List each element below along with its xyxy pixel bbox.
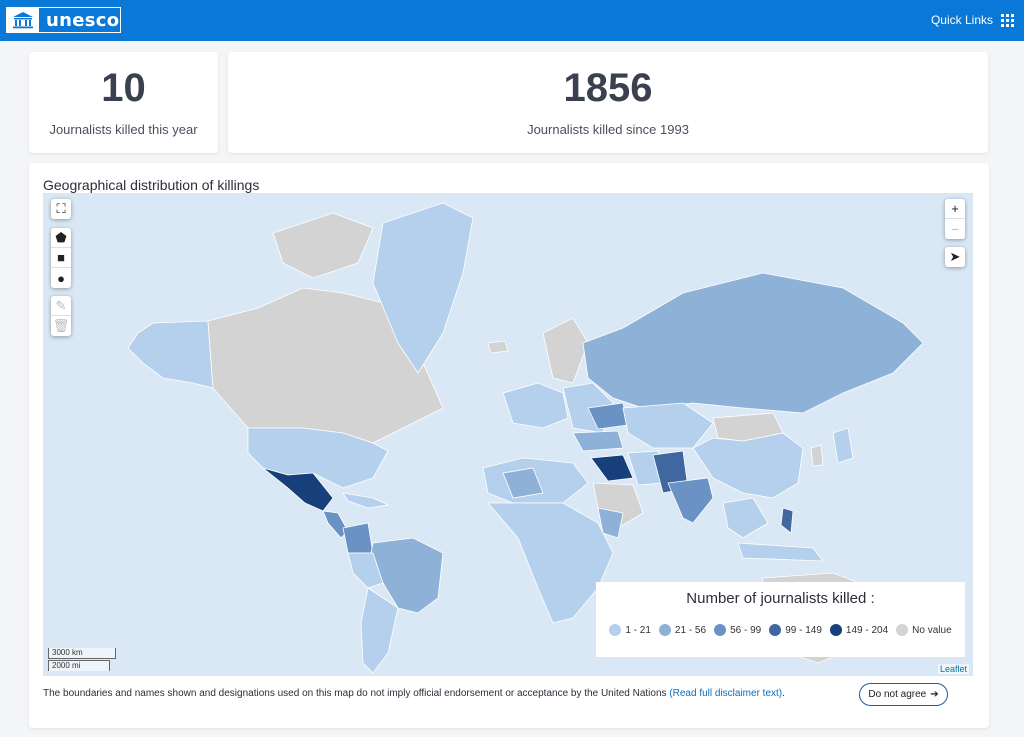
scale-km: 3000 km xyxy=(48,648,116,659)
legend-label: 21 - 56 xyxy=(674,624,707,636)
legend-item: 56 - 99 xyxy=(714,624,761,636)
region-western-europe xyxy=(502,382,569,429)
country-turkey xyxy=(572,430,624,452)
world-map[interactable]: ⛶ ⬟ ■ ● ✎ 🗑 + − ➤ 3000 km 2000 mi Number… xyxy=(43,193,973,676)
unesco-temple-icon xyxy=(7,8,39,32)
locate-control[interactable]: ➤ xyxy=(945,247,965,267)
stat-card-since-1993: 1856 Journalists killed since 1993 xyxy=(228,52,988,153)
legend-item: 149 - 204 xyxy=(829,624,889,636)
fullscreen-icon[interactable]: ⛶ xyxy=(51,199,71,219)
map-title: Geographical distribution of killings xyxy=(43,177,260,193)
draw-circle-icon[interactable]: ● xyxy=(51,268,71,288)
arrow-right-icon: ➔ xyxy=(930,689,939,700)
country-russia xyxy=(582,272,924,414)
region-syria-iraq xyxy=(590,454,634,482)
quick-links-button[interactable]: Quick Links xyxy=(931,13,1014,27)
region-caribbean xyxy=(342,492,390,509)
leaflet-attribution-link[interactable]: Leaflet xyxy=(937,664,969,674)
apps-grid-icon xyxy=(1001,13,1014,27)
edit-toolbar: ✎ 🗑 xyxy=(51,296,71,336)
country-colombia xyxy=(342,522,374,554)
do-not-agree-button[interactable]: Do not agree ➔ xyxy=(859,683,948,706)
stat-label-since-1993: Journalists killed since 1993 xyxy=(527,122,689,137)
legend-swatch-5 xyxy=(829,624,842,636)
legend-label: 149 - 204 xyxy=(845,624,889,636)
legend-label: 99 - 149 xyxy=(785,624,822,636)
logo-text: unesco xyxy=(46,9,120,31)
legend-label: No value xyxy=(912,624,952,636)
zoom-out-button[interactable]: − xyxy=(945,219,965,239)
unesco-logo[interactable]: unesco xyxy=(6,7,121,33)
stat-value-this-year: 10 xyxy=(101,66,146,110)
draw-polygon-icon[interactable]: ⬟ xyxy=(51,228,71,248)
legend-swatch-4 xyxy=(769,624,782,636)
quick-links-label: Quick Links xyxy=(930,13,993,27)
do-not-agree-label: Do not agree xyxy=(868,689,927,700)
scale-mi: 2000 mi xyxy=(48,660,110,671)
zoom-control: + − xyxy=(945,199,965,239)
zoom-in-button[interactable]: + xyxy=(945,199,965,219)
legend-item: No value xyxy=(896,624,952,636)
stat-value-since-1993: 1856 xyxy=(563,66,653,110)
legend-items: 1 - 21 21 - 56 56 - 99 99 - 149 149 - 20… xyxy=(596,624,965,636)
stat-card-this-year: 10 Journalists killed this year xyxy=(29,52,218,153)
edit-layers-icon[interactable]: ✎ xyxy=(51,296,71,316)
legend-swatch-6 xyxy=(896,624,909,636)
country-philippines xyxy=(780,507,794,534)
country-india xyxy=(667,477,714,524)
fullscreen-control[interactable]: ⛶ xyxy=(51,199,71,219)
region-sub-saharan-africa xyxy=(487,502,614,624)
region-korea xyxy=(810,444,824,467)
read-disclaimer-link[interactable]: (Read full disclaimer text) xyxy=(669,688,782,699)
legend-swatch-1 xyxy=(609,624,622,636)
stat-label-this-year: Journalists killed this year xyxy=(49,122,198,137)
legend-swatch-2 xyxy=(658,624,671,636)
legend-swatch-3 xyxy=(714,624,727,636)
country-alaska xyxy=(127,320,214,389)
disclaimer-text: The boundaries and names shown and desig… xyxy=(43,688,667,699)
map-legend: Number of journalists killed : 1 - 21 21… xyxy=(596,582,965,657)
region-southeast-asia xyxy=(722,497,769,539)
legend-label: 1 - 21 xyxy=(625,624,651,636)
legend-item: 99 - 149 xyxy=(769,624,822,636)
region-southern-cone xyxy=(360,587,399,674)
country-iceland xyxy=(487,340,509,354)
map-disclaimer: The boundaries and names shown and desig… xyxy=(43,688,785,699)
region-arctic-islands xyxy=(272,212,374,279)
draw-toolbar: ⬟ ■ ● xyxy=(51,228,71,288)
legend-item: 21 - 56 xyxy=(658,624,707,636)
country-japan xyxy=(832,427,854,464)
legend-label: 56 - 99 xyxy=(730,624,762,636)
draw-rectangle-icon[interactable]: ■ xyxy=(51,248,71,268)
legend-title: Number of journalists killed : xyxy=(686,590,875,607)
disclaimer-suffix: . xyxy=(782,688,785,699)
region-scandinavia xyxy=(542,317,589,384)
top-header-bar: unesco Quick Links xyxy=(0,0,1024,41)
region-central-asia xyxy=(622,402,714,449)
locate-arrow-icon[interactable]: ➤ xyxy=(945,247,965,267)
delete-layers-icon[interactable]: 🗑 xyxy=(51,316,71,336)
legend-item: 1 - 21 xyxy=(609,624,651,636)
country-indonesia xyxy=(737,542,824,562)
